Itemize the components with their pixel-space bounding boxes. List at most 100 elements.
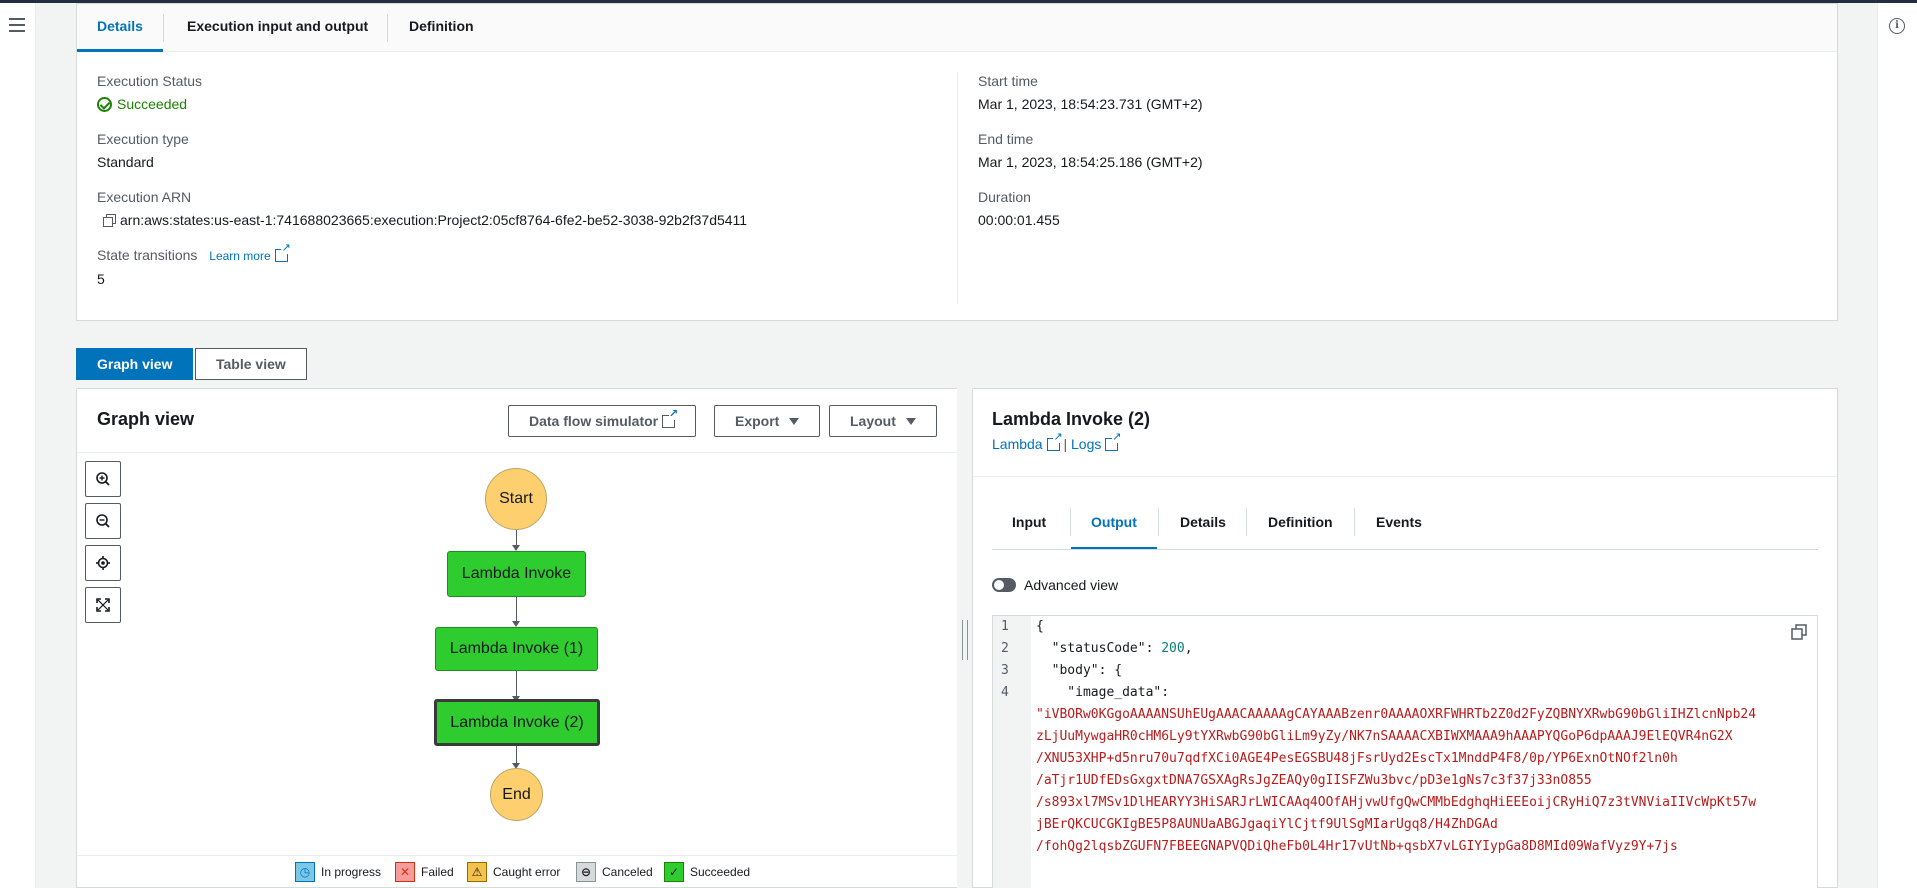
legend-divider	[77, 855, 957, 856]
copy-icon[interactable]	[103, 214, 116, 227]
external-link-icon	[662, 409, 679, 428]
external-link-icon	[274, 243, 291, 262]
state-lambda-invoke[interactable]: Lambda Invoke	[447, 551, 586, 597]
tab-details[interactable]: Details	[1160, 502, 1246, 550]
code-lines: { "statusCode": 200, "body": { "image_da…	[1031, 616, 1817, 880]
code-line: "statusCode": 200,	[1036, 641, 1193, 656]
caret-down-icon	[789, 418, 800, 425]
line-number: 4	[1001, 685, 1009, 700]
edge	[516, 597, 517, 624]
left-nav-rail	[0, 3, 36, 888]
column-divider	[957, 72, 958, 304]
state-end[interactable]: End	[490, 768, 543, 821]
code-key: "body"	[1036, 663, 1099, 678]
warning-icon: ⚠	[467, 862, 487, 882]
tab-definition[interactable]: Definition	[389, 4, 494, 52]
tab-execution-io[interactable]: Execution input and output	[167, 4, 388, 52]
lambda-link-text: Lambda	[992, 436, 1043, 452]
execution-status-value: Succeeded	[97, 96, 187, 112]
code-line: "image_data":	[1036, 685, 1170, 700]
graph-header-divider	[77, 452, 957, 453]
code-token: {	[1036, 619, 1044, 634]
state-transitions-value: 5	[97, 271, 105, 287]
tab-definition[interactable]: Definition	[1248, 502, 1353, 550]
panel-header-divider	[973, 476, 1837, 477]
logs-link-text: Logs	[1071, 436, 1102, 452]
end-time-label: End time	[978, 131, 1034, 147]
logs-link[interactable]: Logs	[1071, 432, 1122, 452]
state-start[interactable]: Start	[485, 468, 547, 530]
code-key: "image_data"	[1036, 685, 1162, 700]
legend-failed: ✕ Failed	[395, 862, 454, 882]
advanced-view-toggle[interactable]	[992, 578, 1016, 592]
code-string: /XNU53XHP+d5nru70u7qdfXCi0AGE4PesEGSBU48…	[1036, 751, 1678, 766]
code-string: /fohQg2lqsbZGUFN7FBEEGNAPVQDiQheFb0L4Hr1…	[1036, 839, 1678, 854]
line-number: 2	[1001, 641, 1009, 656]
code-line: "body": {	[1036, 663, 1123, 678]
canceled-icon: ⊖	[576, 862, 596, 882]
line-number-gutter: 1 2 3 4	[993, 616, 1031, 888]
execution-tabs: Details Execution input and output Defin…	[77, 4, 1837, 52]
graph-panel-title: Graph view	[97, 409, 195, 429]
legend-label: Canceled	[602, 865, 653, 879]
code-line: {	[1031, 616, 1817, 638]
line-number: 1	[1001, 619, 1009, 634]
code-string: zLjUuMywgaHR0cHM6Ly9tYXRwbG90bGliLm9yZy/…	[1036, 729, 1733, 744]
start-time-label: Start time	[978, 73, 1038, 89]
resize-handle[interactable]	[962, 620, 968, 660]
lambda-link[interactable]: Lambda	[992, 432, 1063, 452]
learn-more-link[interactable]: Learn more	[209, 243, 291, 263]
center-icon[interactable]	[85, 545, 121, 581]
status-text: Succeeded	[117, 96, 188, 112]
info-icon[interactable]: i	[1889, 18, 1905, 34]
layout-button[interactable]: Layout	[829, 405, 937, 437]
export-label: Export	[735, 413, 780, 429]
tab-output[interactable]: Output	[1071, 502, 1157, 550]
code-string: /s893xl7MSv1DlHEARYY3HiSARJrLWICAAq4OOfA…	[1036, 795, 1757, 810]
copy-icon[interactable]	[1791, 624, 1807, 640]
code-string: jBErQKCUCGKIgBE5P8AUNUaABGJgaqiYlCjtf9Ul…	[1036, 817, 1498, 832]
execution-arn-label: Execution ARN	[97, 189, 192, 205]
selected-state-title: Lambda Invoke (2)	[992, 409, 1151, 429]
learn-more-text: Learn more	[209, 249, 271, 263]
duration-value: 00:00:01.455	[978, 212, 1060, 228]
zoom-out-icon[interactable]	[85, 503, 121, 539]
success-icon: ✓	[664, 862, 684, 882]
tab-details[interactable]: Details	[77, 4, 163, 52]
code-number: 200	[1161, 641, 1185, 656]
code-string: /aTjr1UDfEDsGxgxtDNA7GSXAgRsJgZEAQy0gIIS…	[1036, 773, 1592, 788]
caret-down-icon	[905, 418, 916, 425]
arn-text: arn:aws:states:us-east-1:741688023665:ex…	[120, 212, 748, 228]
menu-icon[interactable]	[9, 18, 25, 32]
execution-details-card: Details Execution input and output Defin…	[76, 3, 1838, 321]
in-progress-icon: ◷	[295, 862, 315, 882]
data-flow-simulator-button[interactable]: Data flow simulator	[508, 405, 697, 437]
code-key: "statusCode"	[1036, 641, 1146, 656]
export-button[interactable]: Export	[714, 405, 821, 437]
legend-caught-error: ⚠ Caught error	[467, 862, 560, 882]
start-time-value: Mar 1, 2023, 18:54:23.731 (GMT+2)	[978, 96, 1203, 112]
success-icon	[97, 96, 112, 112]
state-lambda-invoke-2[interactable]: Lambda Invoke (2)	[434, 699, 600, 746]
zoom-in-icon[interactable]	[85, 461, 121, 497]
legend-label: Caught error	[493, 865, 561, 879]
legend-label: Failed	[421, 865, 454, 879]
output-code-editor[interactable]: 1 2 3 4 { "statusCode": 200, "body": { "…	[992, 615, 1818, 888]
tab-events[interactable]: Events	[1356, 502, 1442, 550]
state-links: Lambda | Logs	[992, 432, 1122, 452]
execution-arn-value: arn:aws:states:us-east-1:741688023665:ex…	[103, 212, 747, 228]
end-time-value: Mar 1, 2023, 18:54:25.186 (GMT+2)	[978, 154, 1203, 170]
code-string	[1031, 858, 1817, 880]
line-number: 3	[1001, 663, 1009, 678]
graph-view-toggle[interactable]: Graph view	[76, 348, 194, 380]
table-view-toggle[interactable]: Table view	[195, 348, 307, 380]
fit-icon[interactable]	[85, 587, 121, 623]
simulator-label: Data flow simulator	[529, 413, 659, 429]
execution-type-label: Execution type	[97, 131, 189, 147]
state-transitions-text: State transitions	[97, 247, 198, 263]
legend-label: In progress	[321, 865, 382, 879]
state-lambda-invoke-1[interactable]: Lambda Invoke (1)	[435, 627, 598, 671]
legend-in-progress: ◷ In progress	[295, 862, 381, 882]
external-link-icon	[1046, 432, 1063, 451]
tab-input[interactable]: Input	[992, 502, 1066, 550]
